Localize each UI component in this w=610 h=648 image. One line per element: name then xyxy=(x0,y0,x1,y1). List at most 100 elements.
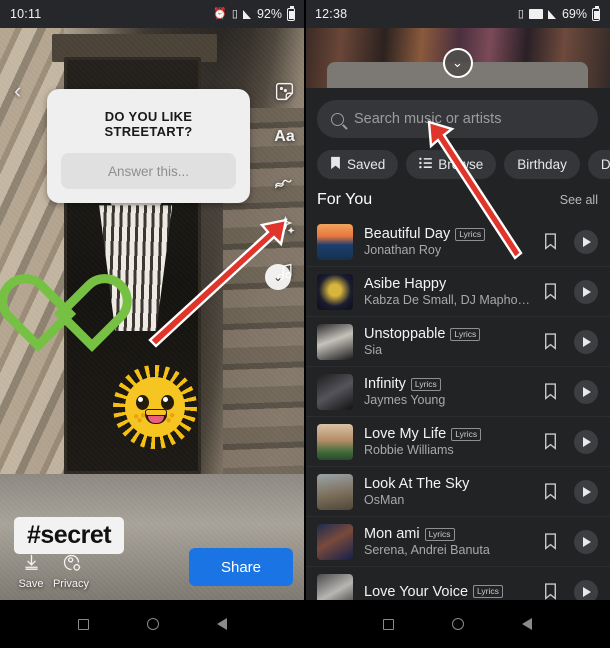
lyrics-badge: Lyrics xyxy=(450,327,481,341)
music-picker-body: Search music or artists Saved Browse Bir… xyxy=(305,88,610,600)
privacy-gear-icon xyxy=(48,552,94,576)
back-icon[interactable] xyxy=(522,618,532,630)
song-title-row: Love My Life Lyrics xyxy=(364,426,533,442)
song-title-row: Look At The Sky xyxy=(364,476,533,492)
bookmark-icon[interactable] xyxy=(544,583,557,600)
left-android-navbar xyxy=(0,600,305,648)
privacy-button[interactable]: Privacy xyxy=(48,552,94,590)
chip-date-night[interactable]: Date Nig xyxy=(587,150,610,179)
table-row[interactable]: Mon ami Lyrics Serena, Andrei Banuta xyxy=(305,517,610,567)
chip-birthday-label: Birthday xyxy=(517,157,567,172)
effects-icon[interactable] xyxy=(273,215,296,238)
song-artist: Serena, Andrei Banuta xyxy=(364,543,490,557)
pane-divider xyxy=(304,0,306,648)
bookmark-icon[interactable] xyxy=(544,283,557,300)
search-input[interactable]: Search music or artists xyxy=(317,100,598,138)
play-icon[interactable] xyxy=(574,329,598,354)
bookmark-icon[interactable] xyxy=(544,483,557,500)
home-icon[interactable] xyxy=(452,618,464,630)
collapse-chevron-down-icon[interactable]: ⌄ xyxy=(265,264,291,290)
right-status-bar: 12:38 ▯ 69% xyxy=(305,0,610,28)
sticker-icon[interactable] xyxy=(273,80,296,103)
lyrics-badge: Lyrics xyxy=(424,527,455,541)
song-info: Love My Life Lyrics Robbie Williams xyxy=(364,426,533,457)
story-canvas[interactable]: DO YOU LIKE STREETART? Answer this... #s… xyxy=(0,28,305,600)
song-title: Love My Life xyxy=(364,426,447,442)
song-info: Beautiful Day Lyrics Jonathan Roy xyxy=(364,226,533,257)
editor-toolbar: Aa xyxy=(273,80,296,283)
status-icons: ▯ 69% xyxy=(518,5,600,21)
table-row[interactable]: Asibe Happy Kabza De Small, DJ Maphoris.… xyxy=(305,267,610,317)
search-icon xyxy=(331,112,344,126)
bookmark-icon[interactable] xyxy=(544,333,557,350)
table-row[interactable]: Unstoppable Lyrics Sia xyxy=(305,317,610,367)
status-icons: ⏰ ▯ 92% xyxy=(213,5,295,21)
status-time: 12:38 xyxy=(315,7,348,21)
table-row[interactable]: Infinity Lyrics Jaymes Young xyxy=(305,367,610,417)
question-sticker-answer-field[interactable]: Answer this... xyxy=(61,153,236,189)
song-info: Infinity Lyrics Jaymes Young xyxy=(364,376,533,407)
song-title: Unstoppable xyxy=(364,326,446,342)
play-icon[interactable] xyxy=(574,529,598,554)
lyrics-badge: Lyrics xyxy=(455,227,486,241)
album-art xyxy=(317,523,353,560)
table-row[interactable]: Look At The Sky OsMan xyxy=(305,467,610,517)
song-title: Mon ami xyxy=(364,526,420,542)
album-art xyxy=(317,373,353,410)
drawn-heart xyxy=(12,280,84,348)
song-artist: OsMan xyxy=(364,493,405,507)
song-info: Mon ami Lyrics Serena, Andrei Banuta xyxy=(364,526,533,557)
text-icon[interactable]: Aa xyxy=(273,125,296,148)
filter-chip-row: Saved Browse Birthday D xyxy=(305,138,610,189)
alarm-icon: ⏰ xyxy=(213,7,227,20)
list-icon xyxy=(419,157,433,172)
play-icon[interactable] xyxy=(574,479,598,504)
recents-icon[interactable] xyxy=(383,618,394,630)
chip-browse-label: Browse xyxy=(438,157,484,172)
question-sticker[interactable]: DO YOU LIKE STREETART? Answer this... xyxy=(47,89,250,203)
play-icon[interactable] xyxy=(574,229,598,254)
play-icon[interactable] xyxy=(574,279,598,304)
recents-icon[interactable] xyxy=(78,618,89,630)
draw-icon[interactable] xyxy=(273,170,296,193)
sun-sticker[interactable] xyxy=(112,365,197,450)
signal-icon xyxy=(242,9,251,19)
battery-icon xyxy=(287,5,295,21)
table-row[interactable]: Love Your Voice Lyrics xyxy=(305,567,610,600)
play-icon[interactable] xyxy=(574,579,598,600)
table-row[interactable]: Love My Life Lyrics Robbie Williams xyxy=(305,417,610,467)
left-status-bar: 10:11 ⏰ ▯ 92% xyxy=(0,0,305,28)
song-title-row: Asibe Happy xyxy=(364,276,533,292)
chip-saved[interactable]: Saved xyxy=(317,150,399,179)
left-pane-story-editor: 10:11 ⏰ ▯ 92% DO YOU LIKE STREETART? Ans… xyxy=(0,0,305,648)
bookmark-icon[interactable] xyxy=(544,533,557,550)
song-info: Unstoppable Lyrics Sia xyxy=(364,326,533,357)
right-android-navbar xyxy=(305,600,610,648)
table-row[interactable]: Beautiful Day Lyrics Jonathan Roy xyxy=(305,217,610,267)
song-artist: Robbie Williams xyxy=(364,443,454,457)
bookmark-icon[interactable] xyxy=(544,433,557,450)
see-all-link[interactable]: See all xyxy=(560,193,598,207)
vibrate-icon: ▯ xyxy=(231,7,238,20)
song-title: Beautiful Day xyxy=(364,226,451,242)
album-art xyxy=(317,273,353,310)
music-picker-collapse-icon[interactable]: ⌄ xyxy=(442,48,473,78)
right-pane-music-picker: 12:38 ▯ 69% ⌄ Search music or artists Sa… xyxy=(305,0,610,648)
share-button[interactable]: Share xyxy=(189,548,293,586)
back-icon[interactable] xyxy=(217,618,227,630)
chip-browse[interactable]: Browse xyxy=(406,150,497,179)
chip-birthday[interactable]: Birthday xyxy=(504,150,580,179)
play-icon[interactable] xyxy=(574,429,598,454)
question-sticker-text: DO YOU LIKE STREETART? xyxy=(104,109,193,139)
bookmark-icon[interactable] xyxy=(544,233,557,250)
album-art xyxy=(317,473,353,510)
play-icon[interactable] xyxy=(574,379,598,404)
song-artist: Kabza De Small, DJ Maphoris... xyxy=(364,293,533,307)
bookmark-icon[interactable] xyxy=(544,383,557,400)
back-button[interactable]: ‹ xyxy=(14,80,21,102)
battery-icon xyxy=(592,5,600,21)
home-icon[interactable] xyxy=(147,618,159,630)
story-bottom-controls: Save Privacy Share xyxy=(0,536,305,592)
search-wrap: Search music or artists xyxy=(305,88,610,138)
song-title-row: Love Your Voice Lyrics xyxy=(364,584,533,600)
